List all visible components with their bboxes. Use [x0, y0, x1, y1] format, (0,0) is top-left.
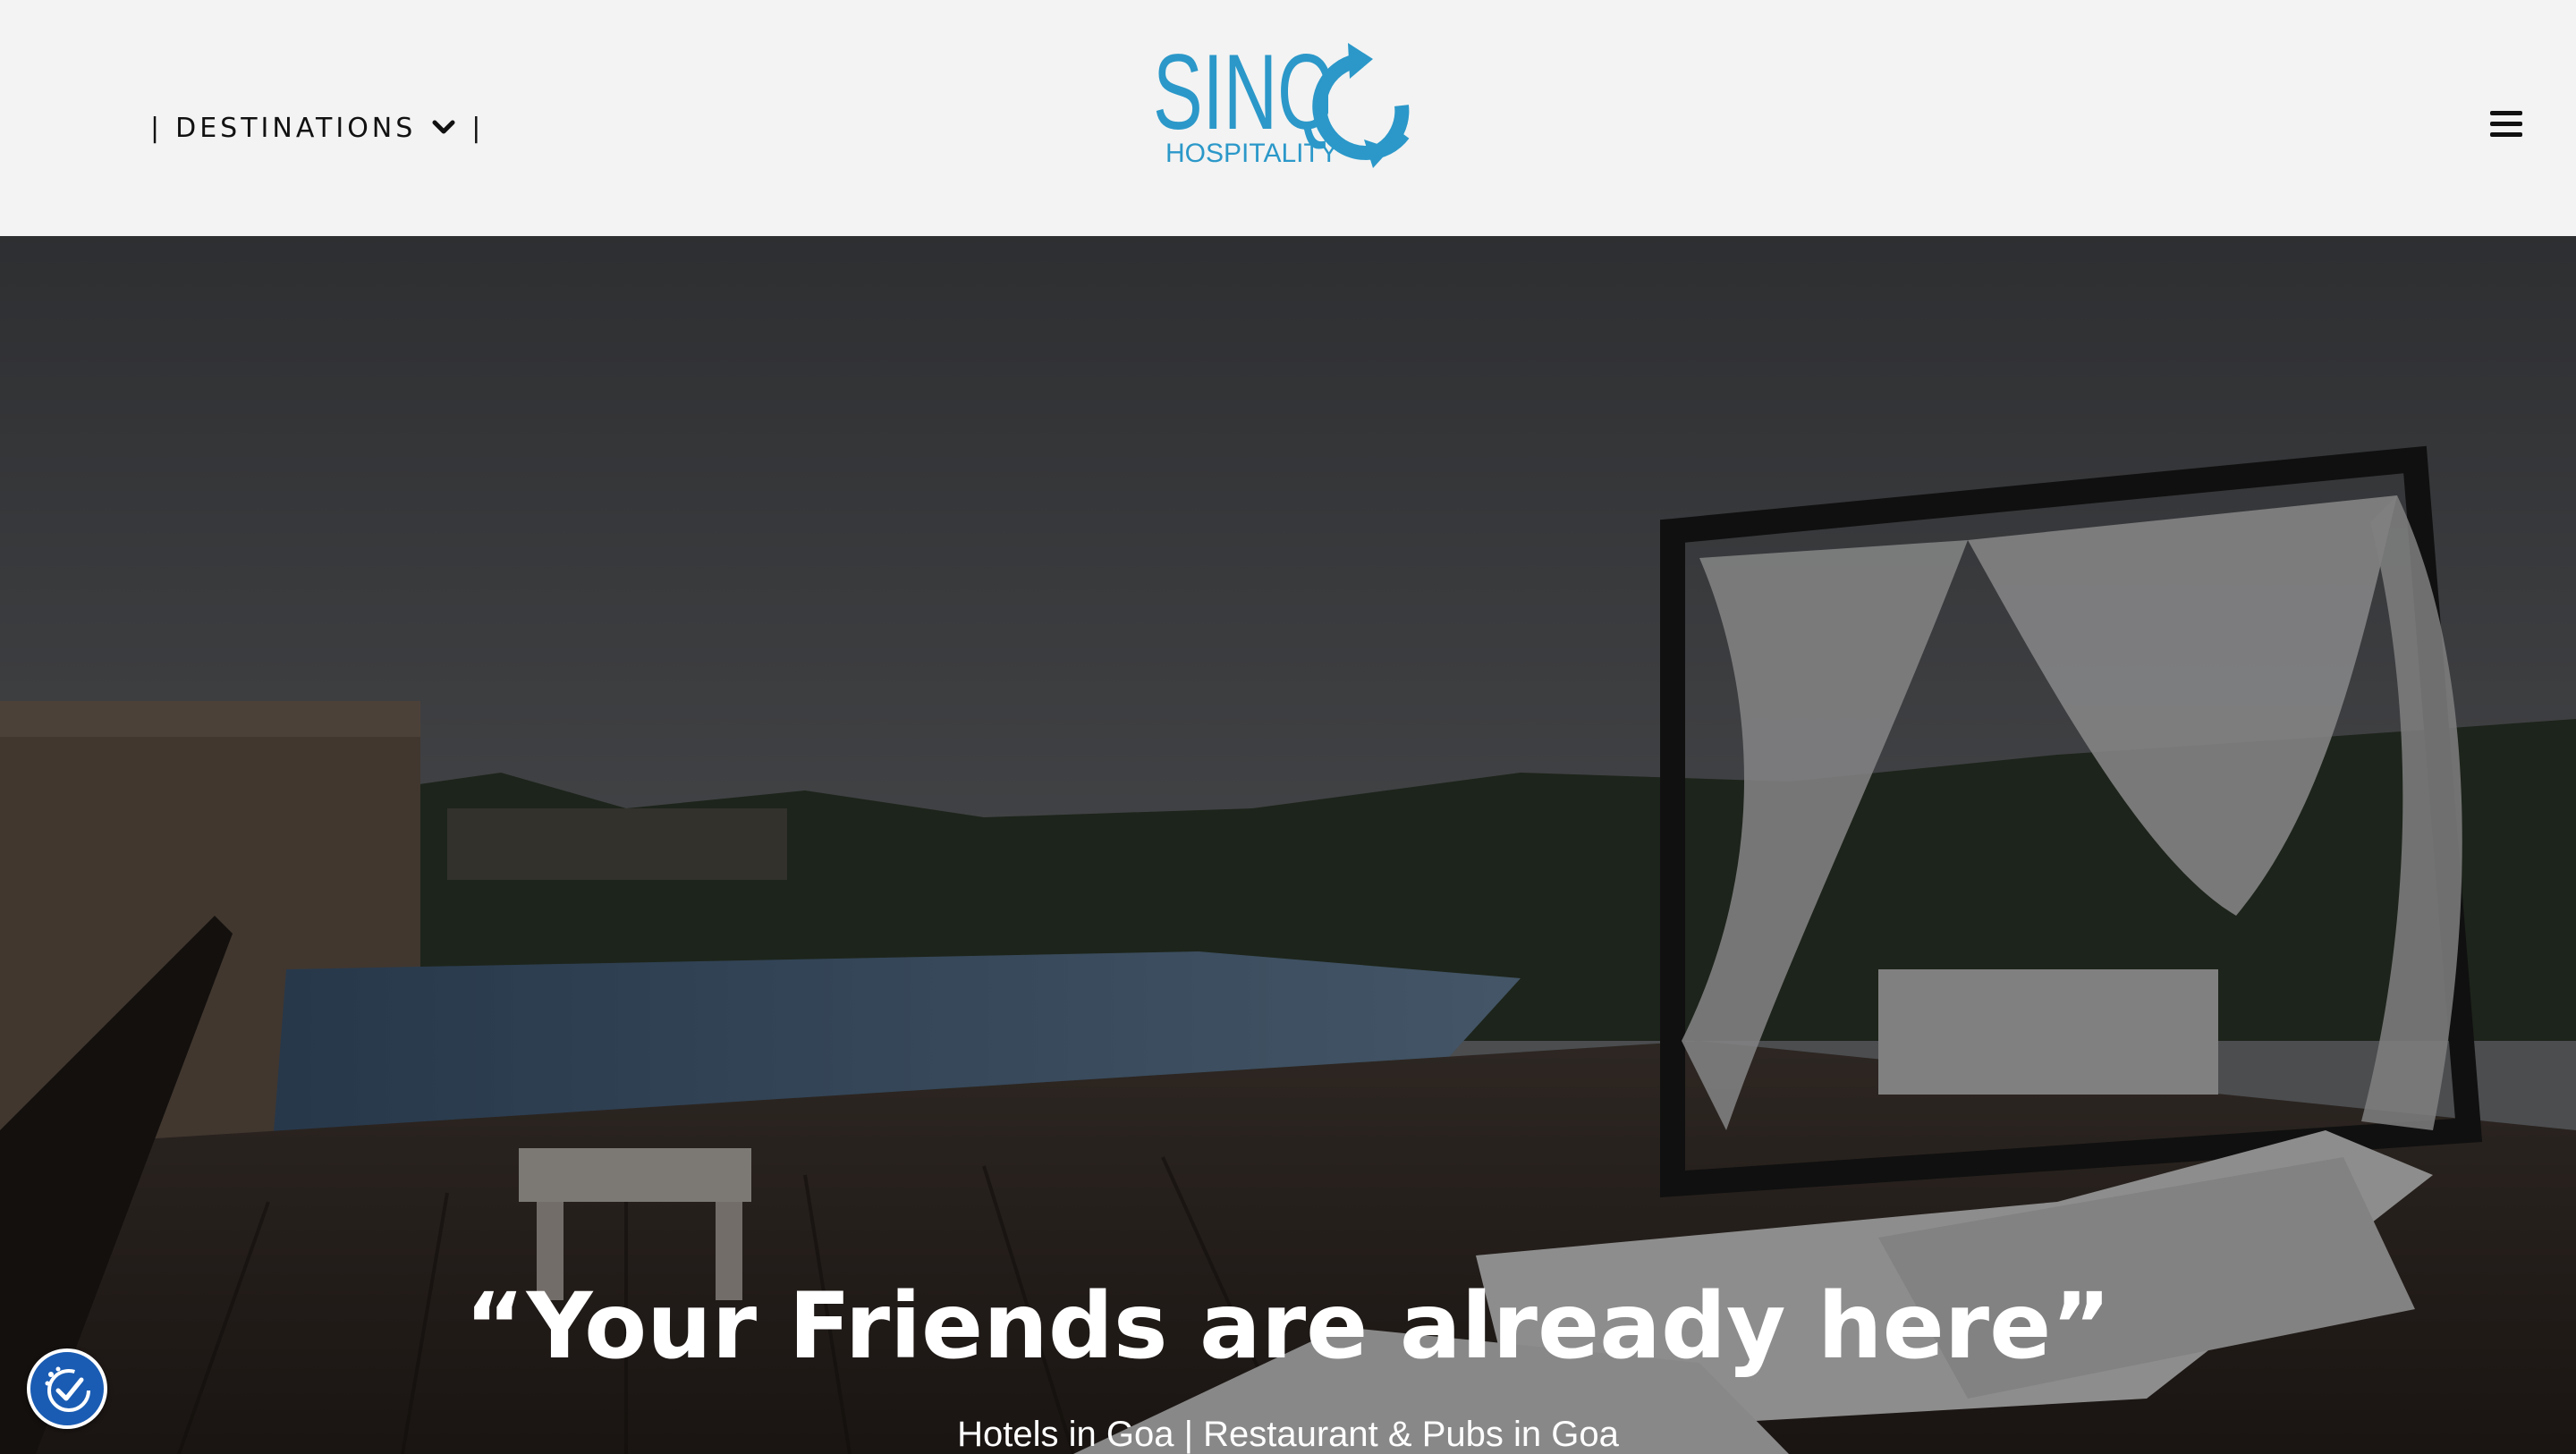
hero-dark-overlay: [0, 236, 2576, 1454]
sinq-hospitality-logo[interactable]: SINQ HOSPITALITY: [1149, 23, 1427, 175]
hero-title: “Your Friends are already here”: [464, 1273, 2112, 1380]
site-header: | DESTINATIONS | SINQ HOSPITALITY: [0, 0, 2576, 236]
logo-tagline-text: HOSPITALITY: [1165, 139, 1338, 168]
hero-subtitle: Hotels in Goa | Restaurant & Pubs in Goa: [957, 1415, 1619, 1454]
destinations-label: DESTINATIONS: [175, 112, 417, 144]
accessibility-icon: [45, 1366, 90, 1412]
separator-right: |: [471, 112, 485, 144]
logo-brand-text: SINQ: [1153, 32, 1335, 152]
hero-banner: “Your Friends are already here” Hotels i…: [0, 236, 2576, 1454]
hamburger-icon[interactable]: [2490, 107, 2526, 139]
destinations-menu[interactable]: | DESTINATIONS |: [150, 107, 484, 148]
accessibility-button[interactable]: [27, 1348, 107, 1429]
chevron-down-icon: [428, 113, 459, 143]
separator-left: |: [150, 112, 164, 144]
